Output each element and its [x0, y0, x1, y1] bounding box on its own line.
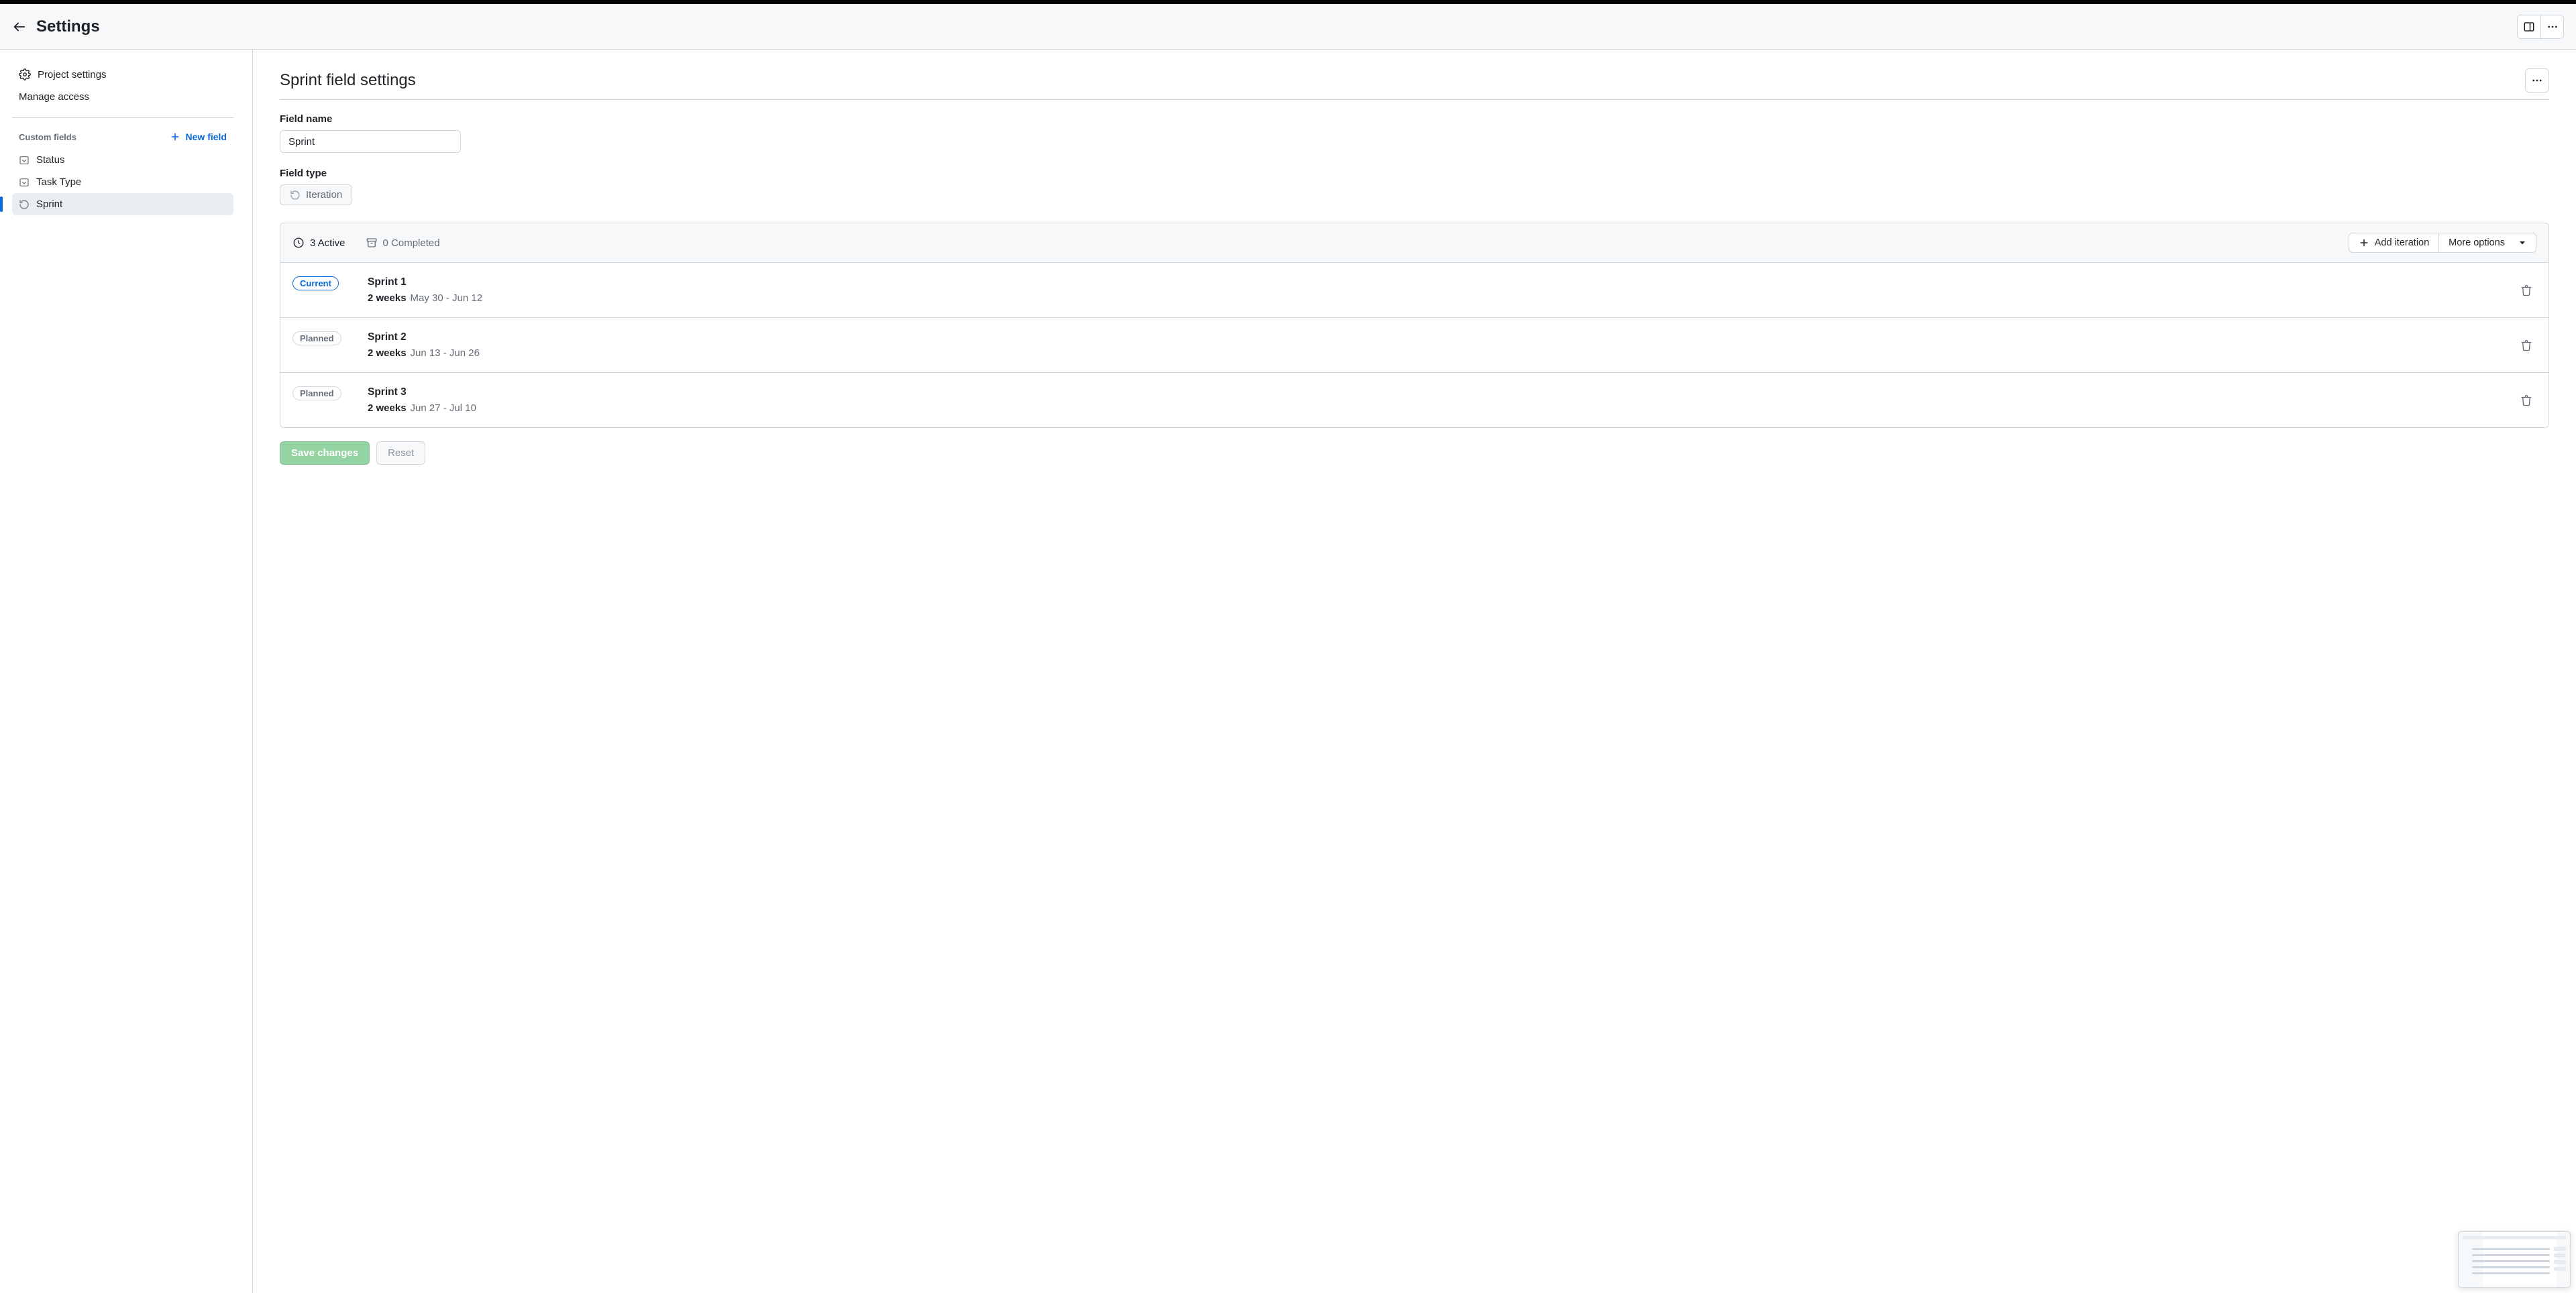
single-select-icon — [19, 155, 30, 166]
field-name-input[interactable] — [280, 130, 461, 153]
trash-icon — [2520, 394, 2532, 406]
iterations-tabs-row: 3 Active 0 Completed Add iteratio — [280, 223, 2548, 263]
tab-active-iterations[interactable]: 3 Active — [292, 237, 345, 249]
save-changes-button[interactable]: Save changes — [280, 441, 370, 465]
archive-icon — [366, 237, 378, 249]
iteration-duration: 2 weeks — [368, 347, 407, 359]
field-type-value: Iteration — [306, 189, 342, 201]
more-options-label: More options — [2449, 237, 2505, 248]
header-action-group — [2517, 15, 2564, 39]
tab-completed-iterations[interactable]: 0 Completed — [366, 237, 440, 249]
iteration-duration: 2 weeks — [368, 402, 407, 414]
iteration-row: Planned Sprint 3 2 weeks Jun 27 - Jul 10 — [280, 372, 2548, 427]
iteration-date-range: Jun 27 - Jul 10 — [411, 402, 476, 414]
field-type-label: Field type — [280, 168, 2549, 179]
more-options-button[interactable]: More options — [2439, 233, 2536, 253]
iteration-badge: Current — [292, 276, 339, 290]
sidebar-item-manage-access[interactable]: Manage access — [12, 86, 233, 108]
iteration-icon — [19, 199, 30, 210]
sidebar-item-project-settings[interactable]: Project settings — [12, 63, 233, 86]
iteration-badge: Planned — [292, 331, 341, 345]
iteration-name[interactable]: Sprint 1 — [368, 276, 2516, 288]
tab-label: 0 Completed — [383, 237, 440, 249]
sidebar-item-label: Project settings — [38, 69, 107, 80]
sidebar-field-status[interactable]: Status — [12, 149, 233, 171]
thumbnail-preview[interactable] — [2458, 1231, 2571, 1288]
single-select-icon — [19, 177, 30, 188]
tab-label: 3 Active — [310, 237, 345, 249]
sidebar-field-label: Status — [36, 154, 65, 166]
trash-icon — [2520, 284, 2532, 296]
field-name-label: Field name — [280, 113, 2549, 125]
new-field-label: New field — [186, 131, 227, 142]
sidebar-field-label: Task Type — [36, 176, 81, 188]
main-content: Sprint field settings Field name Field t… — [253, 50, 2576, 1293]
iteration-row: Planned Sprint 2 2 weeks Jun 13 - Jun 26 — [280, 317, 2548, 372]
sidebar-field-sprint[interactable]: Sprint — [12, 193, 233, 215]
more-button[interactable] — [2540, 15, 2563, 38]
add-iteration-label: Add iteration — [2375, 237, 2429, 248]
add-iteration-button[interactable]: Add iteration — [2349, 233, 2439, 253]
field-type-display: Iteration — [280, 184, 352, 205]
sidebar-item-label: Manage access — [19, 91, 89, 103]
gear-icon — [19, 68, 31, 80]
caret-down-icon — [2518, 239, 2526, 247]
iteration-date-range: May 30 - Jun 12 — [411, 292, 483, 304]
kebab-icon — [2531, 74, 2543, 87]
reset-button[interactable]: Reset — [376, 441, 425, 465]
iteration-name[interactable]: Sprint 2 — [368, 331, 2516, 343]
trash-icon — [2520, 339, 2532, 351]
back-arrow-icon[interactable] — [12, 19, 27, 34]
kebab-icon — [2546, 21, 2559, 33]
clock-icon — [292, 237, 305, 249]
side-panel-icon — [2523, 21, 2535, 33]
custom-fields-header: Custom fields New field — [12, 127, 233, 149]
custom-fields-label: Custom fields — [19, 132, 76, 142]
header-bar: Settings — [0, 4, 2576, 50]
delete-iteration-button[interactable] — [2516, 335, 2536, 355]
iteration-duration: 2 weeks — [368, 292, 407, 304]
main-title: Sprint field settings — [280, 71, 416, 90]
plus-icon — [170, 131, 180, 142]
main-more-button[interactable] — [2525, 68, 2549, 93]
iterations-actions-group: Add iteration More options — [2349, 233, 2536, 253]
iteration-badge: Planned — [292, 386, 341, 400]
sidebar-field-task-type[interactable]: Task Type — [12, 171, 233, 193]
sidebar: Project settings Manage access Custom fi… — [0, 50, 253, 1293]
delete-iteration-button[interactable] — [2516, 390, 2536, 410]
iteration-row: Current Sprint 1 2 weeks May 30 - Jun 12 — [280, 263, 2548, 317]
sidebar-divider — [12, 117, 233, 118]
delete-iteration-button[interactable] — [2516, 280, 2536, 300]
sidebar-field-label: Sprint — [36, 199, 62, 210]
panel-toggle-button[interactable] — [2518, 15, 2540, 38]
plus-icon — [2359, 237, 2369, 248]
iteration-date-range: Jun 13 - Jun 26 — [411, 347, 480, 359]
iterations-panel: 3 Active 0 Completed Add iteratio — [280, 223, 2549, 428]
iteration-icon — [290, 190, 301, 201]
page-title: Settings — [36, 17, 100, 36]
new-field-button[interactable]: New field — [170, 131, 227, 142]
iteration-name[interactable]: Sprint 3 — [368, 386, 2516, 398]
